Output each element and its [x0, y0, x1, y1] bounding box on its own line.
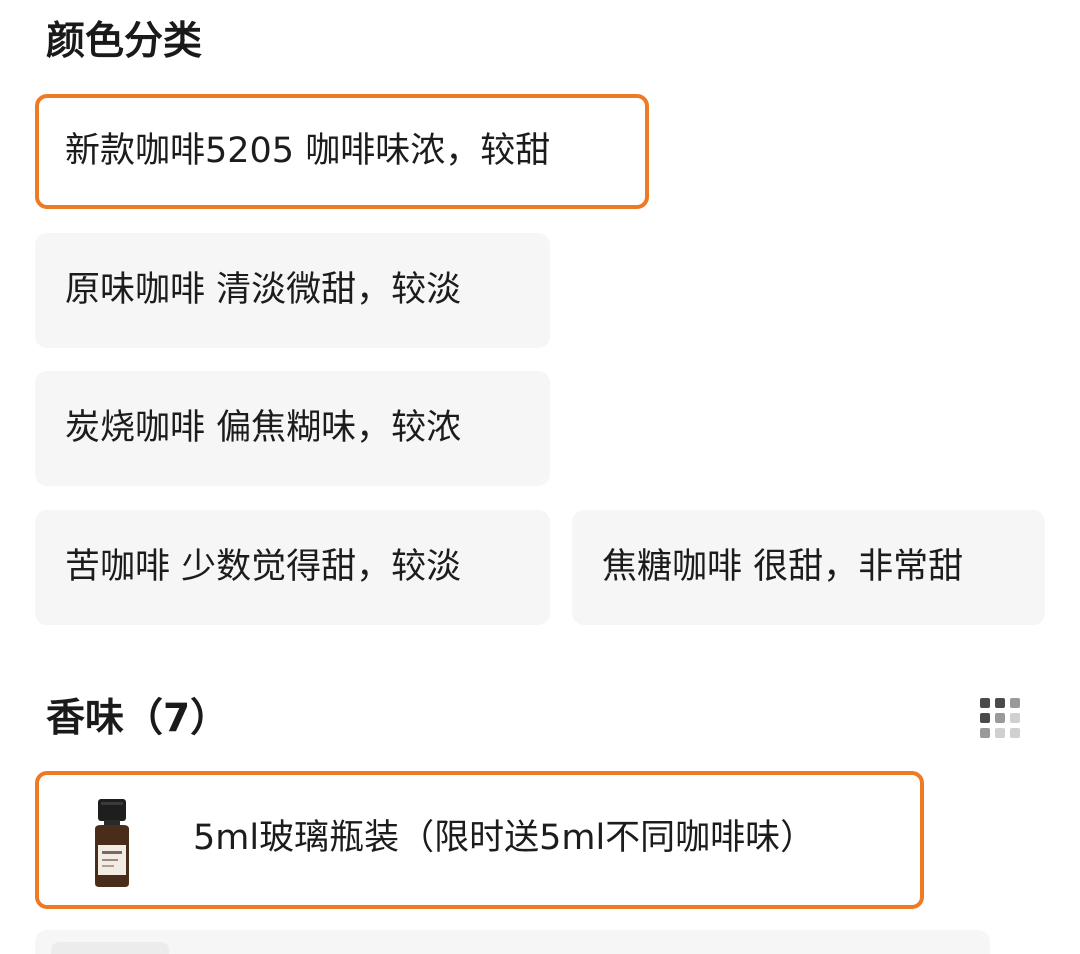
- scent-option-partial[interactable]: [35, 930, 990, 954]
- color-option-charcoal-coffee[interactable]: 炭烧咖啡 偏焦糊味，较浓: [35, 371, 550, 486]
- grid-dot: [995, 728, 1005, 738]
- scent-section-title: 香味（7）: [46, 696, 230, 741]
- scent-option-5ml-glass-bottle[interactable]: 5ml玻璃瓶装（限时送5ml不同咖啡味）: [35, 771, 924, 909]
- color-option-label: 新款咖啡5205 咖啡味浓，较甜: [65, 131, 551, 171]
- color-option-label: 焦糖咖啡 很甜，非常甜: [602, 547, 964, 587]
- sku-selector-page: 颜色分类 新款咖啡5205 咖啡味浓，较甜 原味咖啡 清淡微甜，较淡 炭烧咖啡 …: [0, 0, 1080, 954]
- color-option-label: 炭烧咖啡 偏焦糊味，较浓: [65, 408, 462, 448]
- grid-dot: [995, 713, 1005, 723]
- color-option-label: 苦咖啡 少数觉得甜，较淡: [65, 547, 462, 587]
- color-section-title: 颜色分类: [46, 19, 203, 64]
- grid-dot: [980, 698, 990, 708]
- color-option-original-coffee[interactable]: 原味咖啡 清淡微甜，较淡: [35, 233, 550, 348]
- color-option-caramel-coffee[interactable]: 焦糖咖啡 很甜，非常甜: [572, 510, 1045, 625]
- grid-icon[interactable]: [980, 698, 1022, 740]
- scent-option-label: 5ml玻璃瓶装（限时送5ml不同咖啡味）: [193, 818, 816, 858]
- grid-dot: [1010, 713, 1020, 723]
- color-option-bitter-coffee[interactable]: 苦咖啡 少数觉得甜，较淡: [35, 510, 550, 625]
- grid-dot: [1010, 698, 1020, 708]
- bottle-icon: [95, 799, 129, 887]
- grid-dot: [995, 698, 1005, 708]
- color-option-label: 原味咖啡 清淡微甜，较淡: [65, 270, 462, 310]
- grid-dot: [1010, 728, 1020, 738]
- grid-dot: [980, 713, 990, 723]
- grid-dot: [980, 728, 990, 738]
- color-option-new-coffee-5205[interactable]: 新款咖啡5205 咖啡味浓，较甜: [35, 94, 649, 209]
- option-thumbnail: [51, 942, 169, 954]
